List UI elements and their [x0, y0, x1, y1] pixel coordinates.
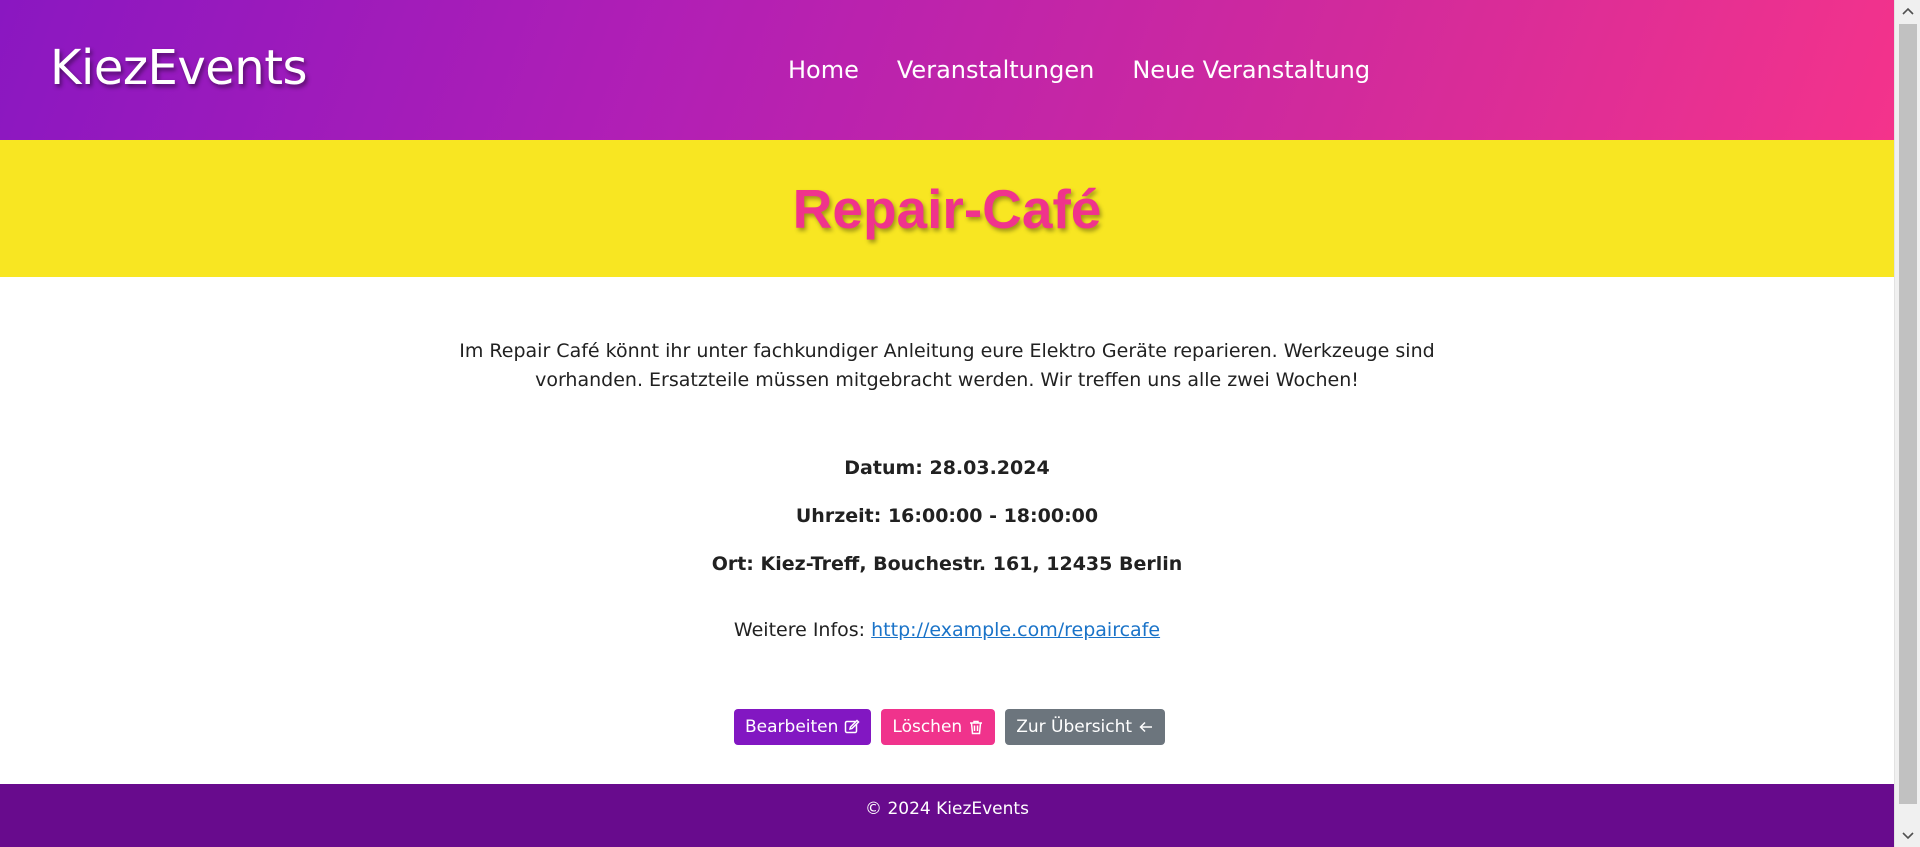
- browser-viewport: KiezEvents Home Veranstaltungen Neue Ver…: [0, 0, 1894, 847]
- event-time: Uhrzeit: 16:00:00 - 18:00:00: [795, 505, 1099, 527]
- scroll-up-arrow[interactable]: [1895, 0, 1920, 22]
- site-footer: © 2024 KiezEvents: [0, 784, 1894, 847]
- chevron-down-icon: [1902, 832, 1914, 840]
- event-title: Repair-Café: [792, 177, 1102, 240]
- site-header: KiezEvents Home Veranstaltungen Neue Ver…: [0, 0, 1894, 140]
- nav-home[interactable]: Home: [788, 56, 859, 84]
- more-info-label: Weitere Infos:: [733, 619, 866, 641]
- vertical-scrollbar[interactable]: [1894, 0, 1920, 847]
- back-to-overview-button[interactable]: Zur Übersicht: [1005, 709, 1166, 745]
- event-details: Im Repair Café könnt ihr unter fachkundi…: [0, 277, 1894, 784]
- pencil-square-icon: [845, 719, 860, 734]
- back-button-label: Zur Übersicht: [1016, 717, 1133, 737]
- edit-button[interactable]: Bearbeiten: [734, 709, 872, 745]
- page: KiezEvents Home Veranstaltungen Neue Ver…: [0, 0, 1920, 847]
- footer-copyright: © 2024 KiezEvents: [865, 799, 1029, 819]
- more-info-link[interactable]: http://example.com/repaircafe: [871, 619, 1160, 641]
- action-buttons: Bearbeiten Löschen Zur Übersicht: [734, 709, 1166, 745]
- title-band: Repair-Café: [0, 140, 1894, 277]
- arrow-left-icon: [1139, 721, 1153, 733]
- delete-button-label: Löschen: [892, 717, 963, 737]
- scroll-down-arrow[interactable]: [1895, 825, 1920, 847]
- more-info: Weitere Infos: http://example.com/repair…: [0, 619, 1894, 641]
- event-date: Datum: 28.03.2024: [844, 457, 1050, 479]
- edit-button-label: Bearbeiten: [745, 717, 839, 737]
- event-description: Im Repair Café könnt ihr unter fachkundi…: [459, 340, 1435, 391]
- nav-neue-veranstaltung[interactable]: Neue Veranstaltung: [1132, 56, 1370, 84]
- trash-icon: [970, 720, 983, 735]
- main-nav: Home Veranstaltungen Neue Veranstaltung: [788, 56, 1370, 84]
- brand-logo[interactable]: KiezEvents: [50, 40, 308, 96]
- event-location: Ort: Kiez-Treff, Bouchestr. 161, 12435 B…: [711, 553, 1183, 575]
- chevron-up-icon: [1902, 7, 1914, 15]
- scroll-thumb[interactable]: [1899, 24, 1917, 804]
- nav-veranstaltungen[interactable]: Veranstaltungen: [897, 56, 1094, 84]
- delete-button[interactable]: Löschen: [881, 709, 996, 745]
